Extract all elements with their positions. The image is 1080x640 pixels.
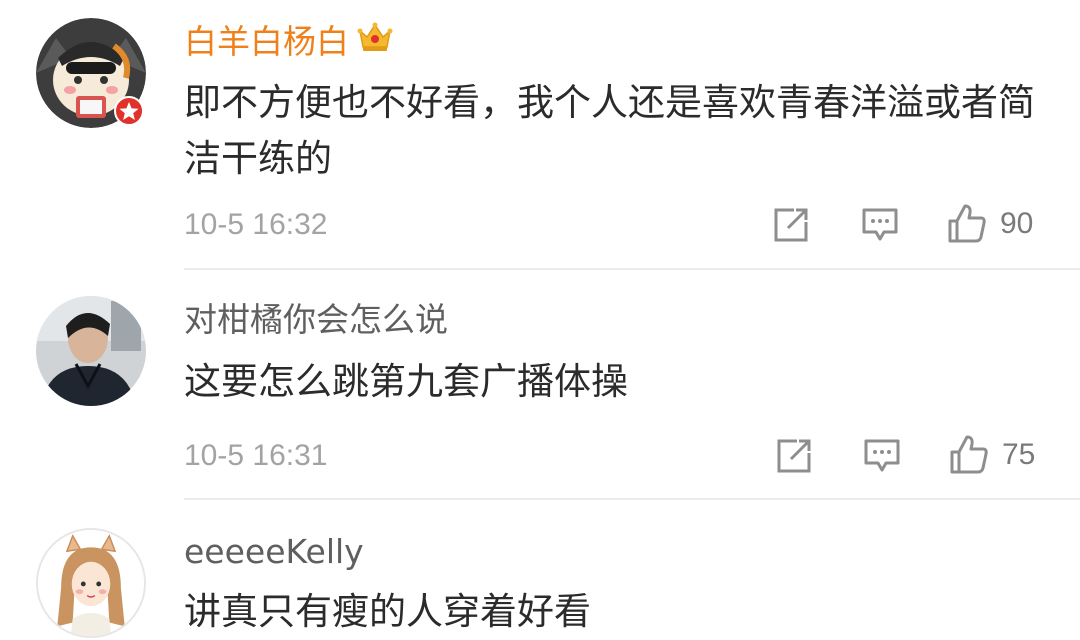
username[interactable]: 对柑橘你会怎么说 [184,300,448,340]
cartoon-girl-avatar-icon [38,530,144,636]
comment-icon [864,439,900,472]
share-icon [774,208,808,242]
like-count: 90 [1000,207,1034,240]
thumbs-up-icon [948,204,986,243]
timestamp: 10-5 16:32 [184,208,328,241]
avatar[interactable] [36,296,146,406]
comment-item: eeeeeKelly 讲真只有瘦的人穿着好看 [0,500,1080,638]
comment-item: 白羊白杨白 即不方便也不好看，我个人还是喜欢青春洋溢或者简洁干练的 10-5 1… [0,0,1080,270]
like-button[interactable]: 75 [948,434,1035,476]
comment-text: 这要怎么跳第九套广播体操 [184,360,628,403]
username[interactable]: 白羊白杨白 [184,22,393,62]
avatar[interactable] [36,528,146,638]
comment-icon [862,208,898,241]
share-icon [777,439,811,473]
comment-item: 对柑橘你会怎么说 这要怎么跳第九套广播体操 10-5 16:31 75 [0,270,1080,500]
timestamp: 10-5 16:31 [184,439,328,472]
reply-button[interactable] [863,438,901,474]
share-button[interactable] [772,206,810,244]
comment-text: 讲真只有瘦的人穿着好看 [184,590,591,633]
comment-text: 即不方便也不好看，我个人还是喜欢青春洋溢或者简洁干练的 [184,81,1035,180]
reply-button[interactable] [861,207,899,243]
verified-badge-icon [114,96,144,126]
username-text[interactable]: 白羊白杨白 [184,22,349,61]
crown-icon [357,21,393,62]
share-button[interactable] [775,437,813,475]
like-count: 75 [1002,438,1036,471]
username[interactable]: eeeeeKelly [184,532,364,572]
like-button[interactable]: 90 [946,203,1033,245]
thumbs-up-icon [950,435,988,474]
person-photo-avatar-icon [36,296,146,406]
